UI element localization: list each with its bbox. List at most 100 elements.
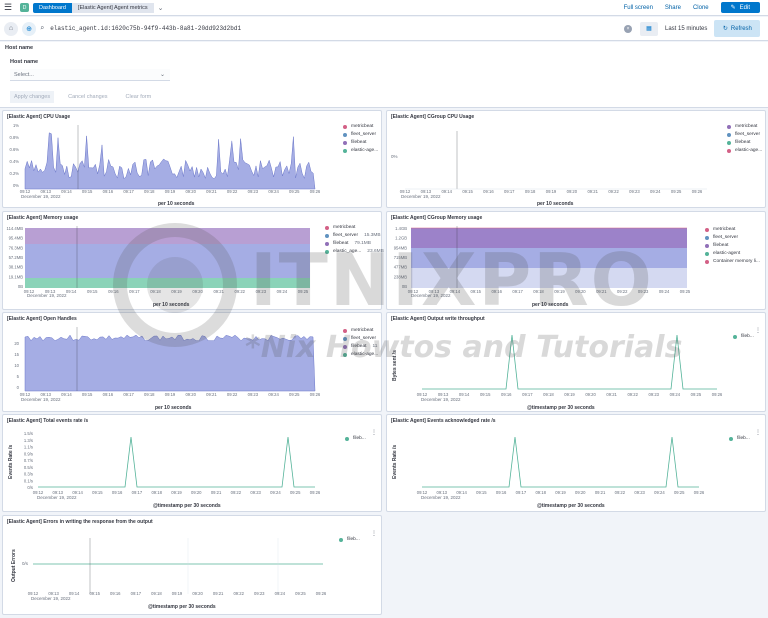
clear-form-button[interactable]: Clear form: [122, 91, 156, 103]
query-input[interactable]: ⌕ elastic_agent.id:1620c75b-94f9-443b-8a…: [40, 20, 640, 38]
axis-tick-label: 09:18: [144, 392, 155, 397]
legend-swatch: [325, 234, 329, 238]
time-range[interactable]: Last 15 minutes: [658, 26, 714, 32]
legend-item[interactable]: fileb...: [729, 435, 750, 443]
axis-tick-label: 09:18: [535, 490, 546, 495]
axis-tick-label: 09:17: [123, 392, 134, 397]
axis-tick-label: 09:19: [165, 392, 176, 397]
axis-tick-label: 09:26: [712, 392, 723, 397]
legend-item[interactable]: fleet_server: [727, 131, 762, 139]
axis-tick-label: 09:18: [543, 392, 554, 397]
legend-item[interactable]: metricbeat: [705, 226, 760, 234]
search-icon: ⌕: [40, 25, 45, 33]
axis-tick-label: 09:18: [525, 189, 536, 194]
axis-tick-label: 09:19: [555, 490, 566, 495]
cgroup-cpu-chart: 09:12 09:13 09:14 09:15 09:16 09:17 09:18 09:19…: [400, 131, 707, 194]
breadcrumb-dashboard[interactable]: Dashboard: [33, 2, 72, 13]
x-axis-label: @timestamp per 30 seconds: [537, 503, 605, 509]
chart-legend: metricbeat fleet_server 15.3MB filebeat 79…: [325, 224, 384, 256]
axis-tick-label: 114.4MB: [7, 226, 24, 231]
legend-item[interactable]: elastic-age...: [343, 351, 378, 359]
more-options-icon[interactable]: ⋮: [755, 429, 761, 436]
calendar-icon[interactable]: ▦: [640, 21, 658, 36]
axis-tick-label: 09:16: [103, 189, 114, 194]
legend-label: fleet_server: [333, 233, 359, 238]
legend-item[interactable]: elastic-age...: [727, 147, 762, 155]
legend-item[interactable]: filebeat: [343, 139, 378, 147]
menu-icon[interactable]: ☰: [0, 0, 16, 16]
axis-tick-label: 09:21: [595, 490, 606, 495]
elastic-agent-area: [25, 278, 310, 288]
legend-item[interactable]: fileb...: [733, 333, 754, 341]
legend-item[interactable]: metricbeat: [343, 123, 378, 131]
filebeat-area: [411, 248, 687, 268]
axis-tick-label: 09:15: [471, 289, 482, 294]
refresh-button[interactable]: ↻ Refresh: [714, 20, 761, 37]
date-label: December 19, 2022: [31, 596, 71, 601]
controls-title: Host name: [5, 45, 34, 51]
legend-item[interactable]: filebeat: [727, 139, 762, 147]
legend-item[interactable]: Container memory li...: [705, 258, 760, 266]
legend-item[interactable]: elastic_age... 23.6MB: [325, 248, 384, 256]
legend-item[interactable]: fleet_server: [343, 335, 378, 343]
axis-tick-label: 09:20: [185, 392, 196, 397]
clear-query-icon[interactable]: ×: [624, 24, 632, 33]
host-name-label: Host name: [10, 59, 39, 65]
more-options-icon[interactable]: ⋮: [371, 530, 377, 537]
axis-tick-label: 09:15: [462, 189, 473, 194]
legend-swatch: [727, 149, 731, 153]
legend-swatch: [729, 437, 733, 441]
apply-changes-button[interactable]: Apply changes: [10, 91, 55, 103]
legend-label: filebeat: [713, 243, 729, 248]
legend-swatch: [339, 538, 343, 542]
axis-tick-label: 09:14: [66, 289, 77, 294]
legend-item[interactable]: metricbeat: [325, 224, 384, 232]
axis-tick-label: 09:25: [295, 591, 306, 596]
x-axis-label: @timestamp per 30 seconds: [148, 604, 216, 610]
axis-tick-label: 09:16: [103, 392, 114, 397]
x-axis-label: per 10 seconds: [537, 201, 574, 207]
legend-item[interactable]: filebeat 11: [343, 343, 378, 351]
legend-item[interactable]: fileb...: [345, 435, 366, 443]
cancel-changes-button[interactable]: Cancel changes: [64, 91, 111, 103]
legend-item[interactable]: elastic-agent: [705, 250, 760, 258]
axis-tick-label: 0.7/s: [24, 458, 33, 463]
filter-options-icon[interactable]: ⊕: [22, 21, 36, 36]
axis-tick-label: 09:23: [634, 490, 645, 495]
edit-button[interactable]: ✎ Edit: [720, 2, 760, 13]
space-avatar[interactable]: D: [20, 3, 29, 12]
chart-legend: fileb...: [729, 435, 750, 443]
legend-item[interactable]: fleet_server: [343, 131, 378, 139]
legend-label: elastic_age...: [333, 249, 362, 254]
share-link[interactable]: Share: [665, 5, 681, 11]
axis-tick-label: 0.5/s: [24, 465, 33, 470]
legend-item[interactable]: metricbeat: [343, 327, 378, 335]
query-text: elastic_agent.id:1620c75b-94f9-443b-8a81…: [50, 25, 242, 32]
y-axis-label: Bytes sent /s: [392, 350, 398, 381]
legend-swatch: [343, 141, 347, 145]
legend-item[interactable]: fleet_server: [705, 234, 760, 242]
axis-tick-label: 57.2MB: [9, 255, 24, 260]
more-options-icon[interactable]: ⋮: [755, 327, 761, 334]
legend-item[interactable]: fileb...: [339, 536, 360, 544]
date-label: December 19, 2022: [21, 194, 61, 199]
full-screen-link[interactable]: Full screen: [624, 5, 653, 11]
filebeat-area: [25, 244, 310, 278]
legend-item[interactable]: filebeat 79.1MB: [325, 240, 384, 248]
saved-query-icon[interactable]: ⌂: [4, 21, 18, 36]
legend-item[interactable]: metricbeat: [727, 123, 762, 131]
chart-legend: fileb...: [733, 333, 754, 341]
legend-item[interactable]: fleet_server 15.3MB: [325, 232, 384, 240]
legend-label: filebeat: [735, 140, 751, 145]
axis-tick-label: 09:21: [213, 591, 224, 596]
axis-tick-label: 238MB: [394, 274, 407, 279]
y-tick: 0%: [391, 154, 398, 159]
legend-item[interactable]: filebeat: [705, 242, 760, 250]
chevron-down-icon[interactable]: ⌄: [158, 4, 164, 12]
more-options-icon[interactable]: ⋮: [371, 429, 377, 436]
legend-item[interactable]: elastic-age...: [343, 147, 378, 155]
legend-label: metricbeat: [351, 124, 374, 129]
axis-tick-label: 0B: [18, 284, 23, 289]
clone-link[interactable]: Clone: [693, 5, 709, 11]
host-name-select[interactable]: Select... ⌄: [10, 69, 170, 81]
